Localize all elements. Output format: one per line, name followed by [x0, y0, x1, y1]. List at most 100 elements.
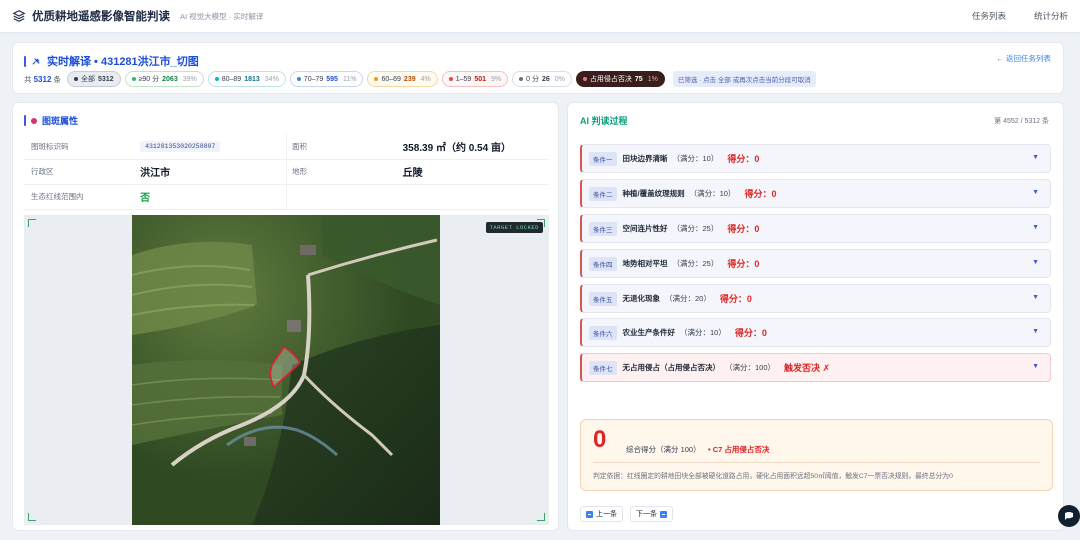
chevron-down-icon[interactable]: ▼: [1032, 259, 1039, 266]
condition-1[interactable]: 条件一 田块边界清晰 （满分：10） 得分：0 ▼: [580, 144, 1051, 173]
record-pager: 上一条 下一条: [580, 506, 673, 522]
next-button[interactable]: 下一条: [630, 506, 673, 522]
attr-value: 丘陵: [402, 159, 549, 185]
satellite-map-view[interactable]: TARGET LOCKED: [24, 215, 549, 525]
nav-task-list[interactable]: 任务列表: [972, 10, 1006, 22]
attributes-table: 图斑标识码 431281353020258807 面积 358.39 ㎡（约 0…: [24, 134, 549, 210]
condition-name: 农业生产条件好: [622, 328, 676, 337]
table-row: 行政区 洪江市 地形 丘陵: [24, 159, 549, 185]
condition-6[interactable]: 条件六 农业生产条件好 （满分：10） 得分：0 ▼: [580, 318, 1051, 347]
app-subtitle: AI 视觉大模型 · 实时解译: [180, 11, 264, 21]
dot-icon: [131, 77, 136, 81]
filter-70-79[interactable]: 70–79 595 11%: [289, 71, 364, 87]
total-score: 0: [593, 426, 607, 453]
frame-corner: [537, 513, 545, 521]
condition-2[interactable]: 条件二 种植/覆盖纹理规则 （满分：10） 得分：0 ▼: [580, 179, 1051, 208]
condition-max: （满分：25）: [672, 259, 719, 268]
top-nav: 任务列表 统计分析: [972, 10, 1068, 22]
dot-icon: [374, 77, 379, 81]
frame-corner: [28, 219, 36, 227]
arrow-right-icon: [660, 510, 667, 518]
dot-icon: [519, 77, 524, 81]
condition-score: 得分：0: [719, 294, 752, 304]
attr-key: 面积: [285, 134, 403, 160]
condition-4[interactable]: 条件四 地势相对平坦 （满分：25） 得分：0 ▼: [580, 249, 1051, 278]
task-title-text: 实时解译 • 431281洪江市_切图: [47, 56, 199, 68]
app-title: 优质耕地遥感影像智能判读: [32, 11, 170, 23]
divider: [593, 462, 1040, 463]
condition-tag: 条件一: [589, 151, 617, 166]
condition-max: （满分：10）: [672, 154, 719, 163]
condition-name: 种植/覆盖纹理规则: [622, 189, 685, 198]
parcel-area: 358.39 ㎡（约 0.54 亩）: [402, 142, 511, 154]
record-counter: 第 4552 / 5312 条: [994, 118, 1049, 125]
veto-reason-tag: • C7 占用侵占否决: [708, 445, 770, 454]
total-count: 共 5312 条: [24, 74, 61, 84]
attr-value: 洪江市: [140, 159, 287, 185]
chevron-down-icon[interactable]: ▼: [1032, 363, 1039, 370]
attr-key: 生态红线范围内: [24, 184, 141, 210]
title-accent: [24, 55, 26, 67]
attributes-title: 图斑属性: [24, 114, 78, 127]
frame-corner: [28, 513, 36, 521]
condition-name: 无退化现象: [622, 294, 661, 303]
back-to-tasks-link[interactable]: ← 返回任务列表: [996, 53, 1051, 64]
condition-name: 田块边界清晰: [622, 154, 668, 163]
chevron-down-icon[interactable]: ▼: [1032, 189, 1039, 196]
chevron-down-icon[interactable]: ▼: [1032, 154, 1039, 161]
attr-value: 否: [140, 184, 287, 210]
pin-icon: [31, 117, 37, 124]
eco-redline-value: 否: [140, 193, 151, 204]
condition-5[interactable]: 条件五 无退化现象 （满分：20） 得分：0 ▼: [580, 284, 1051, 313]
attr-key: 图斑标识码: [24, 134, 141, 160]
condition-name: 无占用侵占（占用侵占否决）: [622, 363, 721, 372]
condition-score: 得分：0: [727, 259, 760, 269]
filter-80-89[interactable]: 80–89 1813 34%: [207, 71, 286, 87]
condition-score: 得分：0: [744, 189, 777, 199]
filter-all[interactable]: 全部 5312: [66, 71, 121, 87]
dot-icon: [296, 77, 301, 81]
chevron-down-icon[interactable]: ▼: [1032, 328, 1039, 335]
arrow-left-icon: [586, 510, 593, 518]
filter-hint: 已筛选 · 点击 全部 或再次点击当前分段可取消: [672, 71, 816, 87]
filter-1-59[interactable]: 1–59 501 9%: [441, 71, 509, 87]
dot-icon: [448, 77, 453, 81]
condition-max: （满分：100）: [725, 363, 776, 372]
chevron-down-icon[interactable]: ▼: [1032, 294, 1039, 301]
task-header-card: 实时解译 • 431281洪江市_切图 ← 返回任务列表 共 5312 条 全部…: [12, 42, 1064, 94]
condition-max: （满分：10）: [689, 189, 736, 198]
ai-judgement-panel: AI 判读过程 第 4552 / 5312 条 条件一 田块边界清晰 （满分：1…: [567, 102, 1064, 531]
attr-value: 431281353020258807: [140, 134, 287, 160]
nav-statistics[interactable]: 统计分析: [1034, 10, 1068, 22]
filter-occupation-veto[interactable]: 占用侵占否决 75 1%: [575, 71, 665, 87]
dot-icon: [73, 77, 78, 81]
chevron-down-icon[interactable]: ▼: [1032, 224, 1039, 231]
dot-icon: [582, 77, 587, 81]
condition-tag: 条件四: [589, 256, 617, 271]
condition-3[interactable]: 条件三 空间连片性好 （满分：25） 得分：0 ▼: [580, 214, 1051, 243]
attr-value: 358.39 ㎡（约 0.54 亩）: [402, 134, 549, 160]
filter-90-plus[interactable]: ≥90 分 2063 39%: [124, 71, 204, 87]
condition-tag: 条件三: [589, 221, 617, 236]
task-title: 实时解译 • 431281洪江市_切图: [24, 53, 199, 69]
score-summary-card: 0 综合得分（满分 100） • C7 占用侵占否决 判定依据：红线圈定的耕地田…: [580, 419, 1053, 491]
table-row: 生态红线范围内 否: [24, 184, 549, 210]
condition-tag: 条件二: [589, 186, 617, 201]
condition-7[interactable]: 条件七 无占用侵占（占用侵占否决） （满分：100） 触发否决 ✗ ▼: [580, 353, 1051, 382]
prev-button[interactable]: 上一条: [580, 506, 623, 522]
parcel-attributes-panel: 图斑属性 图斑标识码 431281353020258807 面积 358.39 …: [12, 102, 559, 531]
terrain: 丘陵: [402, 168, 423, 179]
filter-60-69[interactable]: 60–69 239 4%: [367, 71, 438, 87]
filter-zero[interactable]: 0 分 26 0%: [512, 71, 572, 87]
target-locked-badge: TARGET LOCKED: [485, 222, 543, 233]
satellite-image[interactable]: [132, 215, 440, 525]
condition-max: （满分：25）: [672, 224, 719, 233]
chat-icon[interactable]: [1058, 505, 1080, 527]
judgement-basis: 判定依据：红线圈定的耕地田块全部被硬化道路占用，硬化占用面积远超50㎡阈值，触发…: [593, 473, 953, 480]
condition-tag: 条件七: [589, 360, 617, 375]
condition-score: 得分：0: [727, 224, 760, 234]
attr-key: 行政区: [24, 159, 141, 185]
layers-icon: [12, 10, 26, 22]
score-filter-bar: 共 5312 条 全部 5312 ≥90 分 2063 39% 80–89 18…: [24, 71, 816, 87]
condition-veto-result: 触发否决 ✗: [784, 363, 831, 373]
